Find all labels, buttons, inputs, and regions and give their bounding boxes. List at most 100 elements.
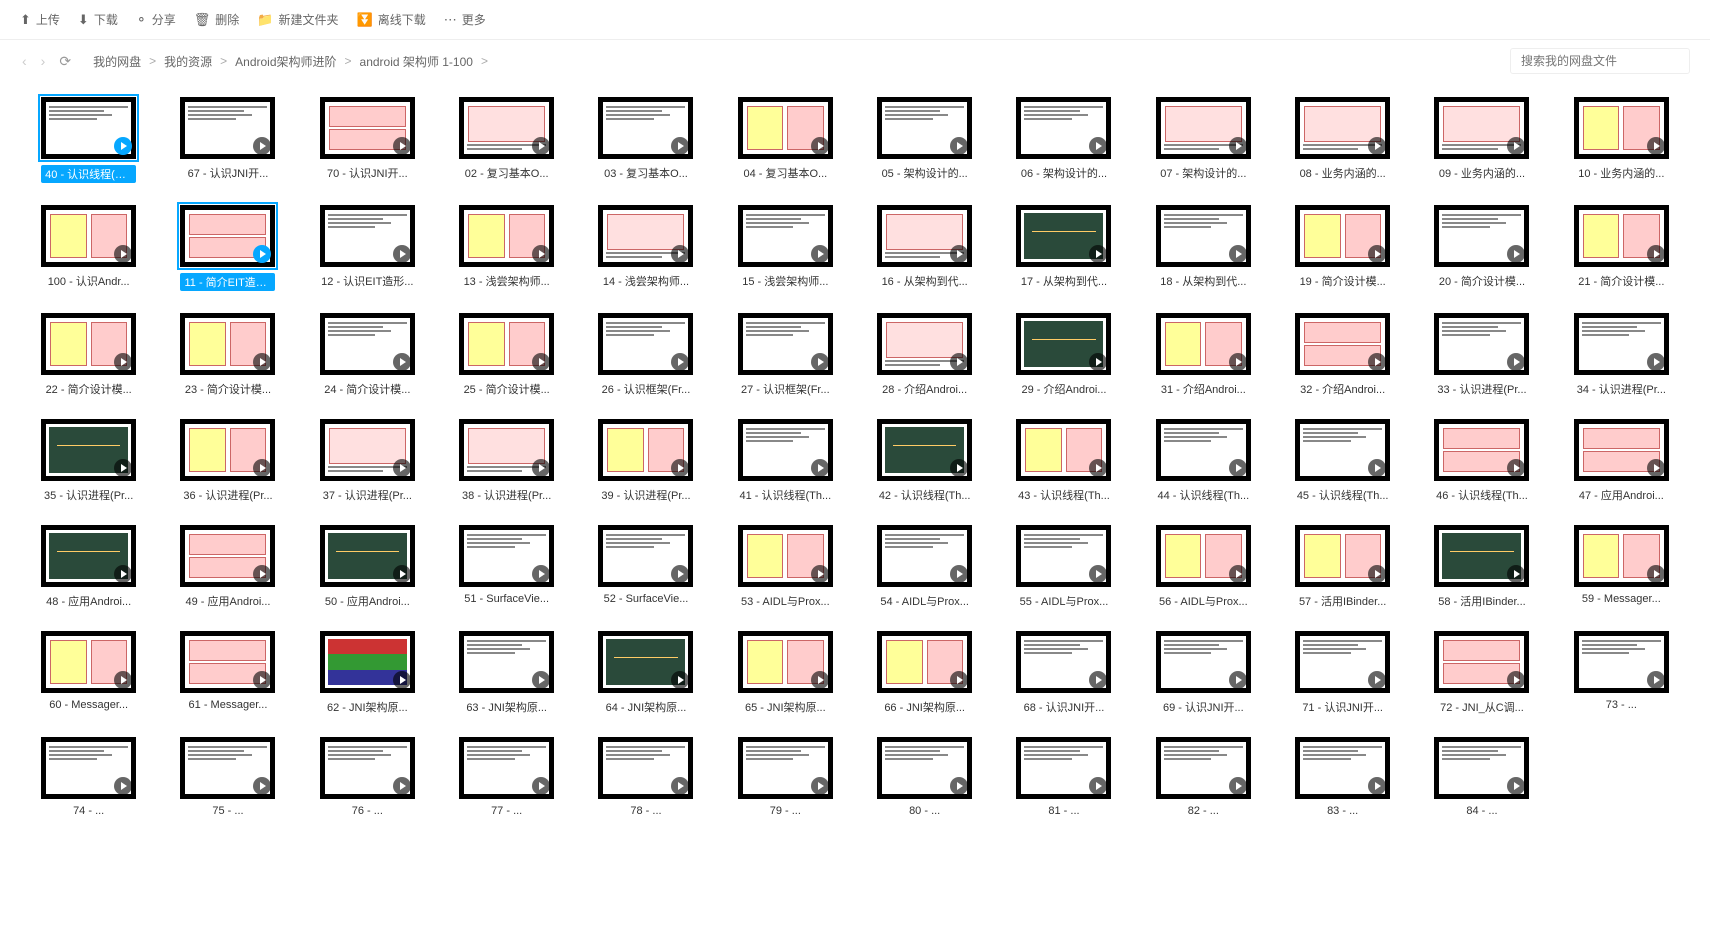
video-thumbnail[interactable] [41,97,136,159]
file-item[interactable]: 63 - JNI架构原... [443,631,570,715]
back-button[interactable]: ‹ [20,51,29,71]
file-item[interactable]: 51 - SurfaceVie... [443,525,570,609]
video-thumbnail[interactable] [1434,313,1529,375]
file-item[interactable]: 27 - 认识框架(Fr... [722,313,849,397]
video-thumbnail[interactable] [180,205,275,267]
video-thumbnail[interactable] [1434,205,1529,267]
file-item[interactable]: 60 - Messager... [25,631,152,715]
file-item[interactable]: 39 - 认识进程(Pr... [582,419,709,503]
breadcrumb-item[interactable]: android 架构师 1-100 [360,53,473,70]
file-item[interactable]: 05 - 架构设计的... [861,97,988,183]
video-thumbnail[interactable] [1295,631,1390,693]
video-thumbnail[interactable] [1016,97,1111,159]
video-thumbnail[interactable] [1295,525,1390,587]
video-thumbnail[interactable] [1016,205,1111,267]
video-thumbnail[interactable] [738,313,833,375]
file-item[interactable]: 17 - 从架构到代... [1000,205,1127,291]
file-item[interactable]: 68 - 认识JNI开... [1000,631,1127,715]
file-item[interactable]: 78 - ... [582,737,709,817]
video-thumbnail[interactable] [598,737,693,799]
file-item[interactable]: 47 - 应用Androi... [1558,419,1685,503]
video-thumbnail[interactable] [877,313,972,375]
file-item[interactable]: 21 - 简介设计模... [1558,205,1685,291]
new-folder-button[interactable]: 📁新建文件夹 [257,11,338,28]
download-button[interactable]: ⬇下载 [78,11,118,28]
file-item[interactable]: 50 - 应用Androi... [304,525,431,609]
file-item[interactable]: 16 - 从架构到代... [861,205,988,291]
file-item[interactable]: 62 - JNI架构原... [304,631,431,715]
video-thumbnail[interactable] [1295,419,1390,481]
file-item[interactable]: 08 - 业务内涵的... [1279,97,1406,183]
video-thumbnail[interactable] [1574,97,1669,159]
share-button[interactable]: ⚬分享 [136,11,176,28]
file-item[interactable]: 35 - 认识进程(Pr... [25,419,152,503]
file-item[interactable]: 69 - 认识JNI开... [1140,631,1267,715]
file-item[interactable]: 11 - 简介EIT造形... [164,205,291,291]
video-thumbnail[interactable] [41,419,136,481]
file-item[interactable]: 20 - 简介设计模... [1418,205,1545,291]
file-item[interactable]: 29 - 介绍Androi... [1000,313,1127,397]
video-thumbnail[interactable] [738,631,833,693]
video-thumbnail[interactable] [1295,313,1390,375]
file-item[interactable]: 43 - 认识线程(Th... [1000,419,1127,503]
breadcrumb-item[interactable]: 我的网盘 [93,53,141,70]
video-thumbnail[interactable] [1434,631,1529,693]
file-item[interactable]: 81 - ... [1000,737,1127,817]
file-item[interactable]: 73 - ... [1558,631,1685,715]
video-thumbnail[interactable] [1574,631,1669,693]
file-item[interactable]: 77 - ... [443,737,570,817]
file-item[interactable]: 42 - 认识线程(Th... [861,419,988,503]
file-item[interactable]: 13 - 浅尝架构师... [443,205,570,291]
file-item[interactable]: 48 - 应用Androi... [25,525,152,609]
file-item[interactable]: 58 - 活用IBinder... [1418,525,1545,609]
file-item[interactable]: 57 - 活用IBinder... [1279,525,1406,609]
breadcrumb-item[interactable]: Android架构师进阶 [235,53,336,70]
file-item[interactable]: 79 - ... [722,737,849,817]
video-thumbnail[interactable] [1574,313,1669,375]
video-thumbnail[interactable] [1016,737,1111,799]
file-item[interactable]: 76 - ... [304,737,431,817]
video-thumbnail[interactable] [1434,737,1529,799]
file-item[interactable]: 40 - 认识线程(Th... [25,97,152,183]
video-thumbnail[interactable] [459,205,554,267]
refresh-button[interactable]: ⟳ [57,51,73,72]
video-thumbnail[interactable] [320,525,415,587]
video-thumbnail[interactable] [459,313,554,375]
file-item[interactable]: 34 - 认识进程(Pr... [1558,313,1685,397]
video-thumbnail[interactable] [598,205,693,267]
video-thumbnail[interactable] [180,313,275,375]
video-thumbnail[interactable] [598,525,693,587]
file-item[interactable]: 36 - 认识进程(Pr... [164,419,291,503]
video-thumbnail[interactable] [877,631,972,693]
delete-button[interactable]: 🗑删除 [194,11,240,28]
video-thumbnail[interactable] [738,525,833,587]
file-item[interactable]: 67 - 认识JNI开... [164,97,291,183]
video-thumbnail[interactable] [738,737,833,799]
video-thumbnail[interactable] [320,205,415,267]
file-item[interactable]: 61 - Messager... [164,631,291,715]
file-item[interactable]: 74 - ... [25,737,152,817]
file-item[interactable]: 12 - 认识EIT造形... [304,205,431,291]
video-thumbnail[interactable] [1016,313,1111,375]
video-thumbnail[interactable] [738,419,833,481]
file-item[interactable]: 49 - 应用Androi... [164,525,291,609]
video-thumbnail[interactable] [738,205,833,267]
video-thumbnail[interactable] [1434,97,1529,159]
file-item[interactable]: 26 - 认识框架(Fr... [582,313,709,397]
video-thumbnail[interactable] [41,631,136,693]
video-thumbnail[interactable] [598,631,693,693]
video-thumbnail[interactable] [877,205,972,267]
file-item[interactable]: 65 - JNI架构原... [722,631,849,715]
upload-button[interactable]: ⬆上传 [20,11,60,28]
file-item[interactable]: 32 - 介绍Androi... [1279,313,1406,397]
file-item[interactable]: 09 - 业务内涵的... [1418,97,1545,183]
video-thumbnail[interactable] [1156,97,1251,159]
video-thumbnail[interactable] [1295,737,1390,799]
video-thumbnail[interactable] [459,631,554,693]
file-item[interactable]: 46 - 认识线程(Th... [1418,419,1545,503]
file-item[interactable]: 14 - 浅尝架构师... [582,205,709,291]
forward-button[interactable]: › [39,51,48,71]
video-thumbnail[interactable] [41,313,136,375]
video-thumbnail[interactable] [1574,525,1669,587]
video-thumbnail[interactable] [598,419,693,481]
